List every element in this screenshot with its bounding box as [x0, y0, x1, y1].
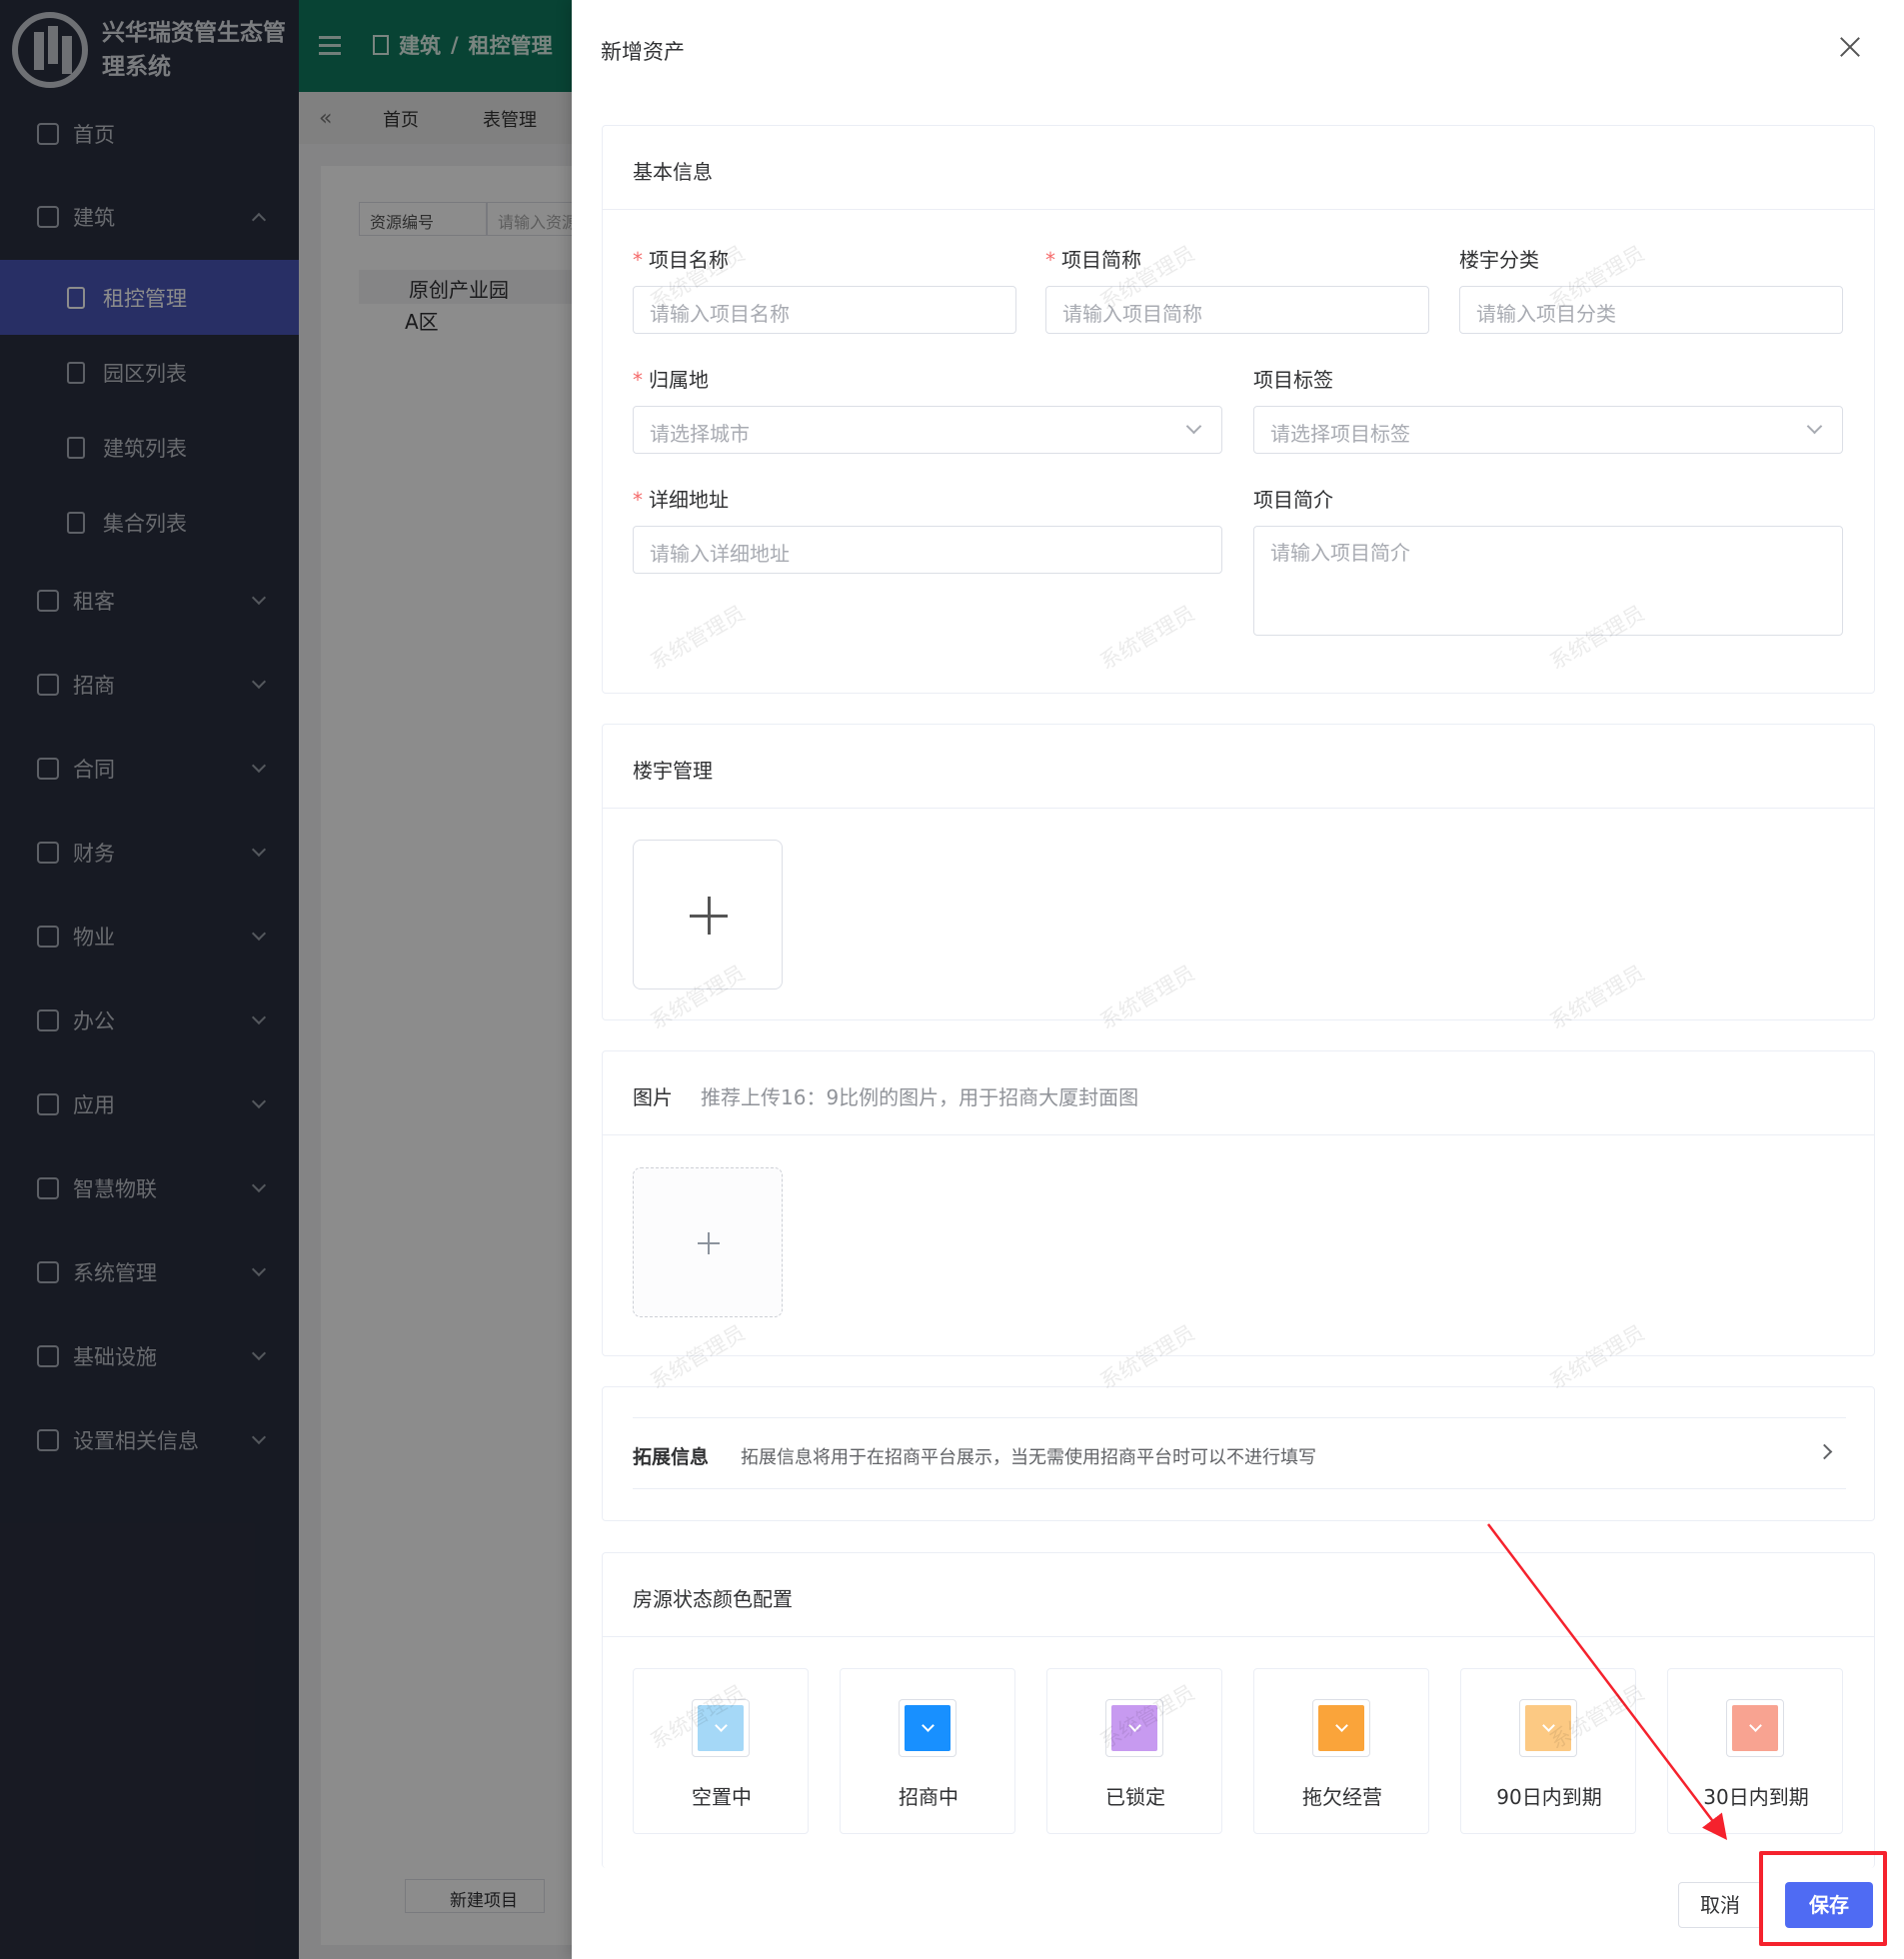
project-tags-label: 项目标签: [1253, 368, 1333, 392]
required-mark: *: [633, 248, 643, 272]
required-mark: *: [1045, 248, 1055, 272]
project-name-input[interactable]: 请输入项目名称: [633, 286, 1016, 334]
section-heading: 图片 推荐上传16：9比例的图片，用于招商大厦封面图: [603, 1051, 1874, 1135]
section-title: 图片: [633, 1085, 673, 1109]
status-color-item[interactable]: 拖欠经营: [1253, 1668, 1429, 1834]
extension-info-row[interactable]: 拓展信息 拓展信息将用于在招商平台展示，当无需使用招商平台时可以不进行填写: [633, 1417, 1846, 1489]
drawer-title: 新增资产: [601, 40, 685, 64]
image-upload-button[interactable]: [633, 1167, 783, 1317]
location-label: * 归属地: [633, 364, 709, 393]
intro-label: 项目简介: [1253, 488, 1333, 512]
building-management-card: 楼宇管理: [602, 724, 1875, 1020]
status-color-item[interactable]: 90日内到期: [1460, 1668, 1636, 1834]
label-text: 项目名称: [649, 248, 729, 272]
color-swatch: [698, 1705, 744, 1751]
status-color-item[interactable]: 已锁定: [1046, 1668, 1222, 1834]
building-category-label: 楼宇分类: [1459, 248, 1539, 272]
extension-title: 拓展信息: [633, 1446, 710, 1468]
label-text: 归属地: [649, 368, 709, 392]
color-picker[interactable]: [1105, 1699, 1163, 1757]
color-swatch: [905, 1705, 951, 1751]
required-mark: *: [633, 368, 643, 392]
color-swatch: [1732, 1705, 1778, 1751]
add-building-button[interactable]: [633, 840, 783, 989]
address-label: * 详细地址: [633, 484, 729, 513]
project-tags-select[interactable]: 请选择项目标签: [1253, 406, 1843, 454]
color-swatch: [1111, 1705, 1157, 1751]
add-asset-drawer: 新增资产 基本信息 * 项目名称 请输入项目名称 * 项目简称 请输入项目简称 楼宇…: [572, 0, 1904, 1959]
extension-desc: 拓展信息将用于在招商平台展示，当无需使用招商平台时可以不进行填写: [741, 1447, 1316, 1468]
image-hint: 推荐上传16：9比例的图片，用于招商大厦封面图: [701, 1085, 1139, 1109]
status-label: 30日内到期: [1703, 1785, 1809, 1809]
status-label: 已锁定: [1105, 1785, 1165, 1809]
status-color-card: 房源状态颜色配置 空置中 招商中 已锁定 拖欠经营 90日内到期 30日内到期: [602, 1552, 1875, 1868]
status-color-item[interactable]: 招商中: [840, 1668, 1015, 1834]
color-picker[interactable]: [899, 1699, 956, 1757]
city-select[interactable]: 请选择城市: [633, 406, 1222, 454]
status-label: 拖欠经营: [1302, 1785, 1382, 1809]
color-swatch: [1525, 1705, 1571, 1751]
plus-icon-stroke: [708, 897, 711, 935]
project-short-input[interactable]: 请输入项目简称: [1045, 286, 1429, 334]
required-mark: *: [633, 488, 643, 512]
color-picker[interactable]: [1519, 1699, 1577, 1757]
color-picker[interactable]: [692, 1699, 750, 1757]
select-placeholder: 请选择城市: [650, 422, 750, 446]
select-placeholder: 请选择项目标签: [1270, 422, 1410, 446]
chevron-down-icon: [1185, 418, 1202, 435]
label-text: 项目简称: [1061, 248, 1141, 272]
chevron-right-icon: [1816, 1443, 1833, 1460]
section-heading: 楼宇管理: [603, 725, 1874, 809]
image-card: 图片 推荐上传16：9比例的图片，用于招商大厦封面图: [602, 1050, 1875, 1356]
basic-info-card: 基本信息 * 项目名称 请输入项目名称 * 项目简称 请输入项目简称 楼宇分类 请输…: [602, 125, 1875, 694]
section-heading: 基本信息: [603, 126, 1874, 210]
color-picker[interactable]: [1726, 1699, 1784, 1757]
address-input[interactable]: 请输入详细地址: [633, 526, 1222, 574]
label-text: 详细地址: [649, 488, 729, 512]
status-label: 空置中: [692, 1785, 752, 1809]
project-name-label: * 项目名称: [633, 244, 729, 273]
plus-icon-stroke: [708, 1232, 710, 1254]
extension-info-card: 拓展信息 拓展信息将用于在招商平台展示，当无需使用招商平台时可以不进行填写: [602, 1386, 1875, 1521]
section-heading: 房源状态颜色配置: [603, 1553, 1874, 1637]
status-label: 招商中: [899, 1785, 958, 1809]
status-label: 90日内到期: [1496, 1785, 1602, 1809]
intro-textarea[interactable]: 请输入项目简介: [1253, 526, 1843, 636]
cancel-button[interactable]: 取消: [1678, 1882, 1762, 1928]
building-category-input[interactable]: 请输入项目分类: [1459, 286, 1843, 334]
status-color-item[interactable]: 30日内到期: [1667, 1668, 1843, 1834]
status-color-item[interactable]: 空置中: [633, 1668, 809, 1834]
close-icon[interactable]: [1837, 34, 1863, 60]
color-swatch: [1318, 1705, 1364, 1751]
color-picker[interactable]: [1312, 1699, 1370, 1757]
project-short-label: * 项目简称: [1045, 244, 1141, 273]
chevron-down-icon: [1806, 418, 1823, 435]
save-highlight-annotation: [1759, 1851, 1887, 1946]
